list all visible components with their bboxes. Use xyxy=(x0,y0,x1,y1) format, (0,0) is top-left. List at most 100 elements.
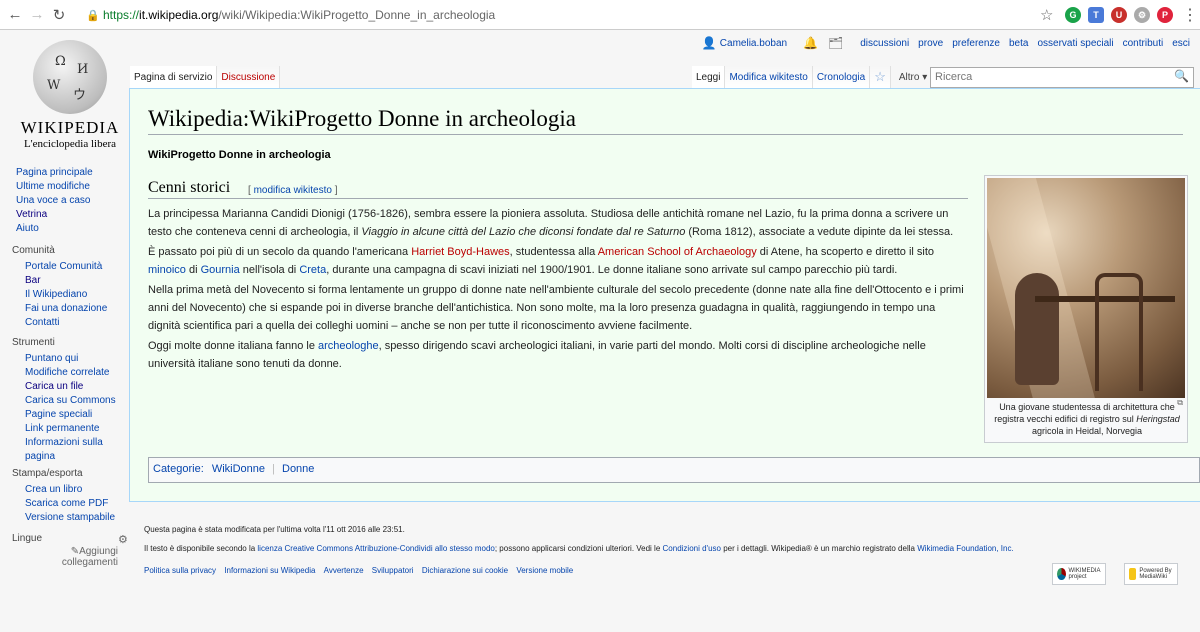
nav-item[interactable]: Versione stampabile xyxy=(0,511,130,525)
browser-menu-icon[interactable]: ⋮ xyxy=(1182,5,1198,25)
username-link[interactable]: Camelia.boban xyxy=(720,38,787,49)
category-link[interactable]: Donne xyxy=(282,463,314,475)
edit-bracket-close: ] xyxy=(334,185,338,196)
thumbnail-caption: Una giovane studentessa di architettura … xyxy=(991,401,1183,437)
terms-link[interactable]: Condizioni d'uso xyxy=(663,544,721,553)
link-minoico[interactable]: minoico xyxy=(148,264,186,276)
tab-history[interactable]: Cronologia xyxy=(812,66,871,88)
address-bar[interactable]: 🔒 https://it.wikipedia.org/wiki/Wikipedi… xyxy=(86,4,1056,26)
portal-heading: Stampa/esporta xyxy=(12,468,83,479)
bell-icon[interactable]: 🔔 xyxy=(803,36,818,50)
text: Oggi molte donne italiana fanno le xyxy=(148,340,319,352)
add-links-link[interactable]: ✎Aggiungi collegamenti xyxy=(58,546,118,568)
nav-item[interactable]: Ultime modifiche xyxy=(0,180,130,194)
personal-link-beta[interactable]: beta xyxy=(1009,38,1028,49)
link-archeologhe[interactable]: archeologhe xyxy=(318,340,379,352)
gear-icon[interactable]: ⚙ xyxy=(118,533,128,546)
edit-section-link[interactable]: modifica wikitesto xyxy=(254,185,332,196)
inbox-icon[interactable]: 🗂 xyxy=(828,36,843,50)
category-links: Categorie: WikiDonne | Donne xyxy=(148,457,1200,483)
wikipedia-logo[interactable]: Ω И W ウ WIKIPEDIA L'enciclopedia libera xyxy=(10,40,130,150)
extension-translate-icon[interactable]: T xyxy=(1088,7,1104,23)
footer-link[interactable]: Versione mobile xyxy=(516,566,573,575)
footer-link[interactable]: Avvertenze xyxy=(324,566,364,575)
tab-page[interactable]: Pagina di servizio xyxy=(130,66,218,88)
back-icon[interactable]: ← xyxy=(4,6,26,23)
book-title: Viaggio in alcune città del Lazio che di… xyxy=(361,226,686,238)
nav-item[interactable]: Scarica come PDF xyxy=(0,497,130,511)
search-input[interactable]: Ricerca 🔍 xyxy=(930,67,1194,88)
nav-item[interactable]: Aiuto xyxy=(0,222,130,236)
footer-license: Il testo è disponibile secondo la licenz… xyxy=(144,544,1014,553)
nav-item[interactable]: Modifiche correlate xyxy=(0,366,130,380)
nav-item[interactable]: Bar xyxy=(0,274,130,288)
nav-item[interactable]: Pagine speciali xyxy=(0,408,130,422)
extension-ublock-icon[interactable]: U xyxy=(1111,7,1127,23)
nav-item[interactable]: Il Wikipediano xyxy=(0,288,130,302)
footer-link[interactable]: Sviluppatori xyxy=(372,566,414,575)
portal-heading: Strumenti xyxy=(12,337,55,348)
link-creta[interactable]: Creta xyxy=(299,264,326,276)
forward-icon[interactable]: → xyxy=(26,6,48,23)
search-icon[interactable]: 🔍 xyxy=(1174,69,1189,83)
thumbnail-figure: ⧉ Una giovane studentessa di architettur… xyxy=(984,175,1188,443)
more-menu[interactable]: Altro ▾ xyxy=(891,66,931,88)
personal-link-esci[interactable]: esci xyxy=(1172,38,1190,49)
reload-icon[interactable]: ↻ xyxy=(48,6,70,24)
nav-item[interactable]: Crea un libro xyxy=(0,483,130,497)
wikimedia-badge[interactable]: WIKIMEDIA project xyxy=(1052,563,1106,585)
nav-item[interactable]: Una voce a caso xyxy=(0,194,130,208)
personal-tools: 👤 Camelia.boban 🔔 🗂 discussioni prove pr… xyxy=(692,36,1190,50)
personal-link-contributi[interactable]: contributi xyxy=(1123,38,1164,49)
nav-item[interactable]: Contatti xyxy=(0,316,130,330)
nav-item[interactable]: Carica su Commons xyxy=(0,394,130,408)
nav-item[interactable]: Carica un file xyxy=(0,380,130,394)
nav-item[interactable]: Vetrina xyxy=(0,208,130,222)
personal-link-discussioni[interactable]: discussioni xyxy=(860,38,909,49)
footer-link[interactable]: Dichiarazione sui cookie xyxy=(422,566,508,575)
personal-link-preferenze[interactable]: preferenze xyxy=(952,38,1000,49)
tab-edit[interactable]: Modifica wikitesto xyxy=(725,66,813,88)
mediawiki-badge[interactable]: Powered By MediaWiki xyxy=(1124,563,1178,585)
badge-text: WIKIMEDIA project xyxy=(1068,568,1101,580)
link-harriet-boyd-hawes[interactable]: Harriet Boyd-Hawes xyxy=(411,246,509,258)
namespace-tabs: Pagina di servizio Discussione xyxy=(130,66,281,88)
paragraph-1: La principessa Marianna Candidi Dionigi … xyxy=(148,205,970,241)
category-link[interactable]: WikiDonne xyxy=(212,463,265,475)
personal-link-prove[interactable]: prove xyxy=(918,38,943,49)
text: nell'isola di xyxy=(239,264,300,276)
footer-link[interactable]: Politica sulla privacy xyxy=(144,566,216,575)
section-divider xyxy=(148,198,968,199)
license-link[interactable]: licenza Creative Commons Attribuzione-Co… xyxy=(257,544,494,553)
text: per i dettagli. Wikipedia® è un marchio … xyxy=(720,544,918,553)
categories-label[interactable]: Categorie: xyxy=(153,463,204,475)
portal-comunita: Comunità Portale Comunità Bar Il Wikiped… xyxy=(0,245,130,330)
tab-talk[interactable]: Discussione xyxy=(217,66,281,88)
link-gournia[interactable]: Gournia xyxy=(201,264,240,276)
nav-item[interactable]: Puntano qui xyxy=(0,352,130,366)
extension-pinterest-icon[interactable]: P xyxy=(1157,7,1173,23)
badge-text: Powered By MediaWiki xyxy=(1139,568,1172,580)
link-american-school[interactable]: American School of Archaeology xyxy=(598,246,757,258)
bookmark-star-icon[interactable]: ☆ xyxy=(1040,6,1053,24)
extension-gear-icon[interactable]: ⚙ xyxy=(1134,7,1150,23)
nav-item[interactable]: Portale Comunità xyxy=(0,260,130,274)
watch-star-icon[interactable]: ☆ xyxy=(870,66,891,88)
text: agricola in Heidal, Norvegia xyxy=(1031,426,1143,436)
nav-item[interactable]: Pagina principale xyxy=(0,166,130,180)
extension-grammarly-icon[interactable]: G xyxy=(1065,7,1081,23)
paragraph-2: È passato poi più di un secolo da quando… xyxy=(148,243,970,279)
nav-item[interactable]: Link permanente xyxy=(0,422,130,436)
foundation-link[interactable]: Wikimedia Foundation, Inc. xyxy=(917,544,1014,553)
more-label: Altro xyxy=(898,72,920,83)
tab-read[interactable]: Leggi xyxy=(692,66,726,88)
text: È passato poi più di un secolo da quando… xyxy=(148,246,412,258)
nav-item[interactable]: Fai una donazione xyxy=(0,302,130,316)
personal-link-osservati[interactable]: osservati speciali xyxy=(1037,38,1113,49)
page-title: Wikipedia:WikiProgetto Donne in archeolo… xyxy=(148,106,577,131)
paragraph-4: Oggi molte donne italiana fanno le arche… xyxy=(148,337,970,373)
archive-photo[interactable] xyxy=(987,178,1185,398)
nav-item[interactable]: Informazioni sulla pagina xyxy=(0,436,130,464)
wikimedia-logo-icon xyxy=(1057,568,1066,580)
footer-link[interactable]: Informazioni su Wikipedia xyxy=(224,566,315,575)
